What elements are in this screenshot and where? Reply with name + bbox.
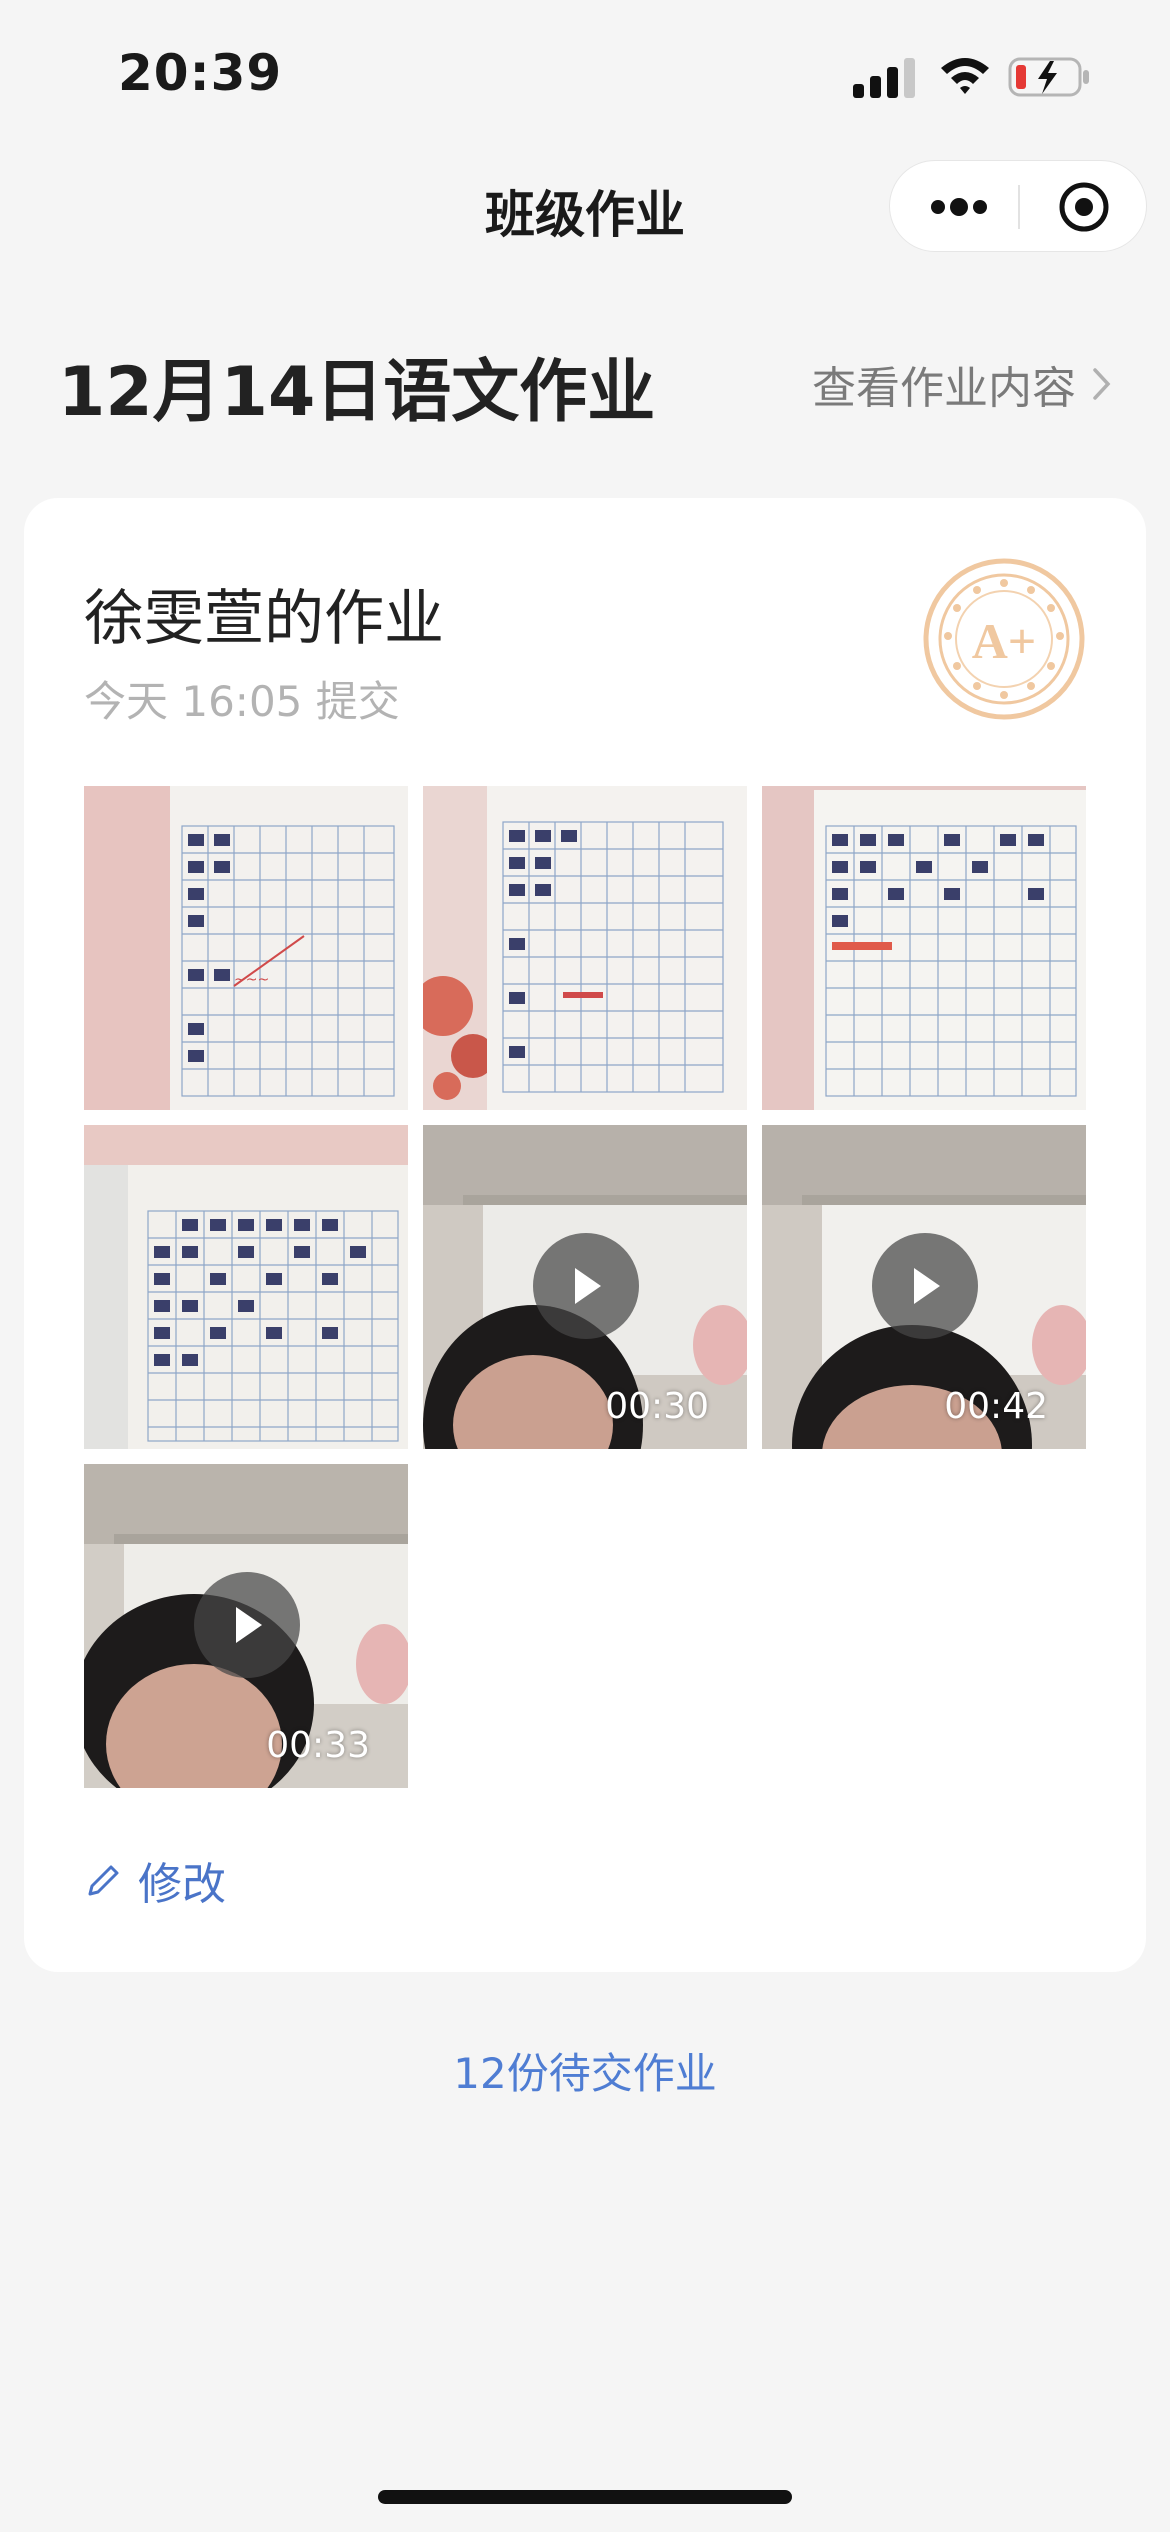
pencil-icon [88, 1865, 119, 1896]
video-duration: 00:33 [266, 1725, 370, 1766]
worksheet-photo [762, 786, 1086, 1110]
edit-button[interactable]: 修改 [84, 1848, 226, 1912]
assignment-title: 12月14日语文作业 [58, 353, 656, 432]
media-video-2[interactable]: 00:42 [762, 1125, 1086, 1449]
grade-text: A+ [972, 613, 1037, 669]
media-thumb-3[interactable] [762, 786, 1086, 1110]
status-time: 20:39 [118, 44, 283, 102]
worksheet-photo [84, 1125, 408, 1449]
media-thumb-2[interactable] [423, 786, 747, 1110]
media-thumb-4[interactable] [84, 1125, 408, 1449]
pending-homework-link[interactable]: 12份待交作业 [0, 2040, 1170, 2101]
svg-text:~~~: ~~~ [234, 972, 269, 988]
play-icon[interactable] [194, 1572, 300, 1678]
worksheet-photo: ~~~ [84, 786, 408, 1110]
more-dots-icon[interactable] [928, 183, 990, 231]
signal-icon [853, 58, 915, 98]
mini-program-capsule [889, 160, 1147, 252]
student-homework-title: 徐雯萱的作业 [84, 584, 444, 654]
capsule-divider [1018, 185, 1020, 229]
battery-charging-icon [1008, 57, 1089, 97]
home-indicator [378, 2490, 792, 2504]
target-icon[interactable] [1058, 181, 1110, 233]
media-video-3[interactable]: 00:33 [84, 1464, 408, 1788]
view-assignment-label: 查看作业内容 [812, 363, 1076, 414]
play-icon[interactable] [533, 1233, 639, 1339]
play-icon[interactable] [872, 1233, 978, 1339]
video-duration: 00:30 [605, 1386, 709, 1427]
chevron-right-icon [1093, 368, 1111, 400]
edit-label: 修改 [138, 1859, 226, 1910]
video-duration: 00:42 [944, 1386, 1048, 1427]
submit-time: 今天 16:05 提交 [84, 677, 400, 726]
worksheet-photo [423, 786, 747, 1110]
view-assignment-link[interactable]: 查看作业内容 [812, 352, 1112, 416]
grade-stamp: A+ [923, 558, 1085, 720]
media-thumb-1[interactable]: ~~~ [84, 786, 408, 1110]
media-video-1[interactable]: 00:30 [423, 1125, 747, 1449]
wifi-icon [941, 58, 989, 94]
